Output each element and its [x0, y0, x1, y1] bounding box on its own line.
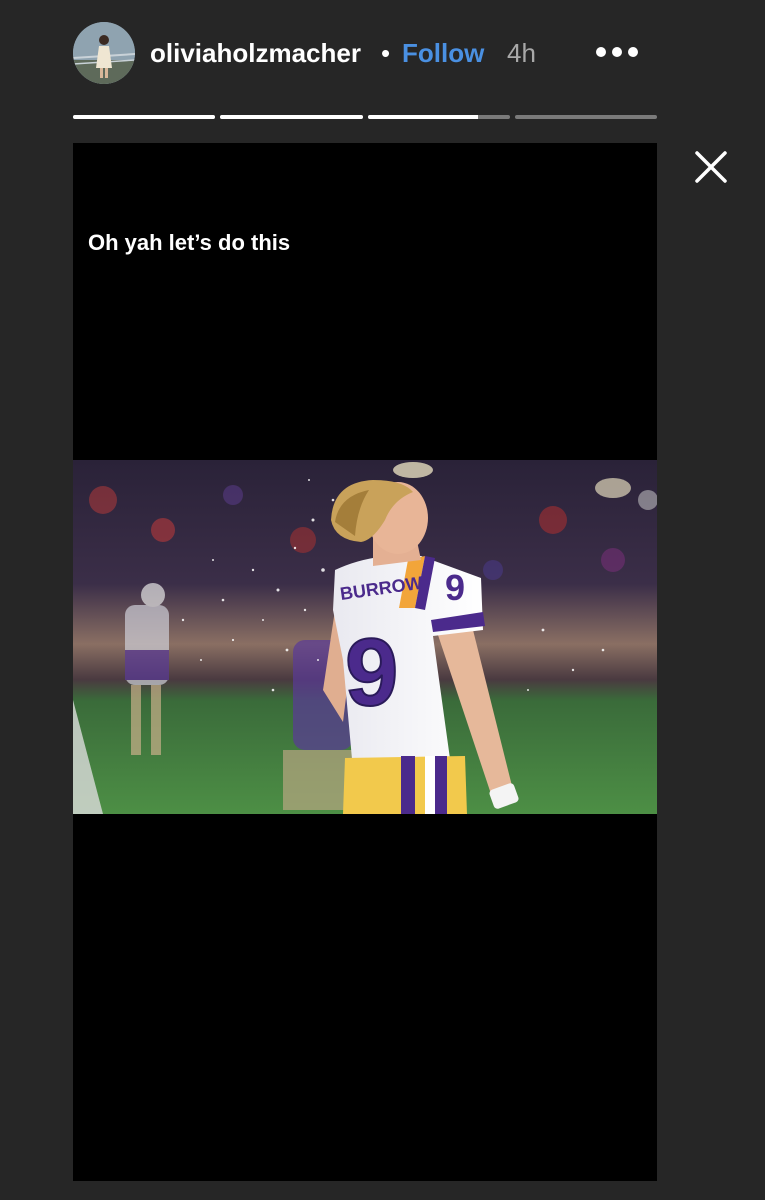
progress-segment: [73, 115, 216, 119]
more-dot: [596, 47, 606, 57]
progress-segment: [514, 115, 657, 119]
close-icon[interactable]: [694, 150, 728, 184]
sleeve-number: 9: [445, 567, 465, 608]
progress-fill: [73, 115, 216, 119]
avatar[interactable]: [73, 22, 135, 84]
progress-segment: [367, 115, 510, 119]
more-dot: [628, 47, 638, 57]
more-dot: [612, 47, 622, 57]
story-caption: Oh yah let’s do this: [88, 230, 291, 255]
separator-dot: •: [381, 38, 391, 68]
progress-fill: [367, 115, 479, 119]
progress-segment: [220, 115, 363, 119]
story-progress-bar: [73, 115, 657, 119]
avatar-image: [73, 22, 135, 84]
progress-fill: [220, 115, 363, 119]
more-options-icon[interactable]: [596, 45, 638, 59]
follow-button[interactable]: Follow: [402, 38, 484, 68]
jersey-number: 9: [345, 619, 398, 726]
story-frame[interactable]: Oh yah let’s do this 9 9 BURROW: [73, 143, 657, 1181]
username[interactable]: oliviaholzmacher: [150, 38, 361, 68]
story-photo: 9 9 BURROW: [73, 460, 657, 814]
timestamp: 4h: [507, 38, 536, 68]
